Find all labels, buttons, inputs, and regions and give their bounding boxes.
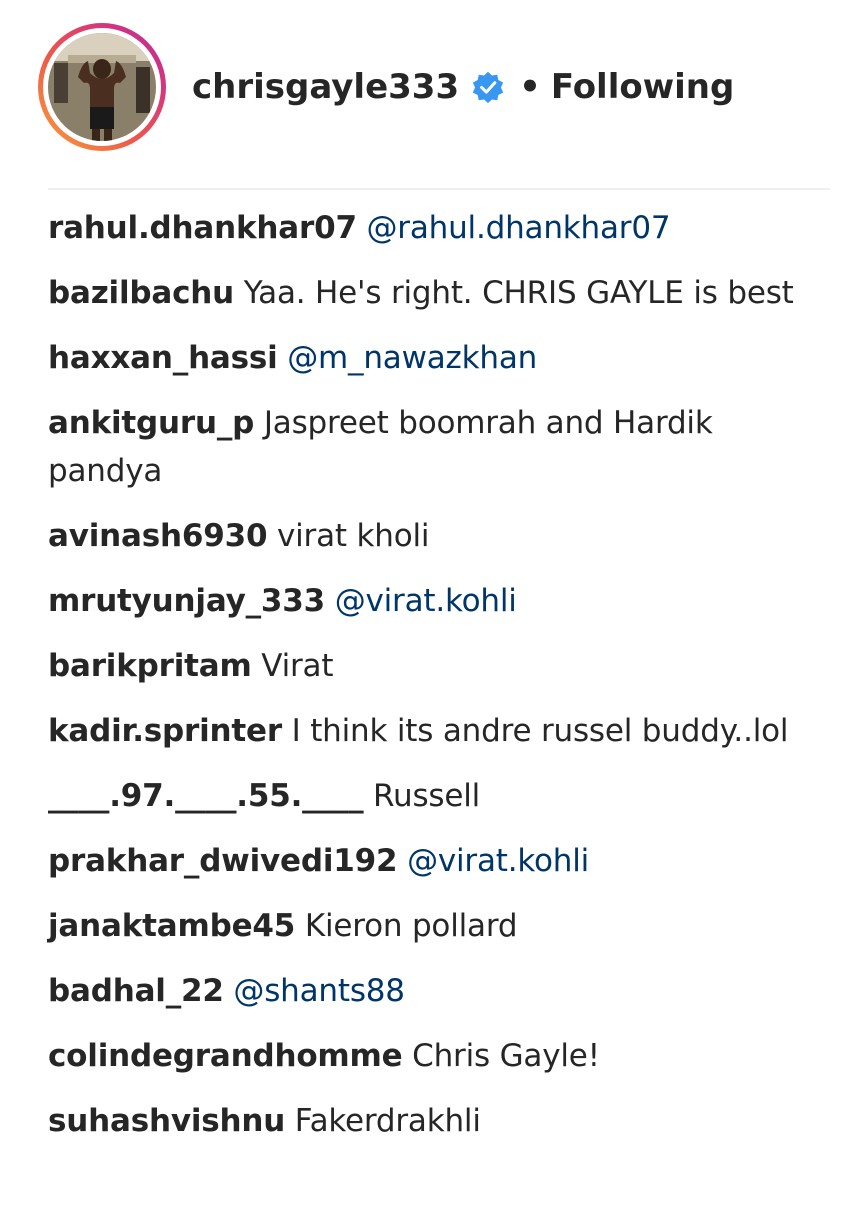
comment-username[interactable]: ____.97.____.55.____ xyxy=(48,778,364,814)
comment-text: Yaa. He's right. CHRIS GAYLE is best xyxy=(243,275,794,311)
comment-text: Fakerdrakhli xyxy=(294,1103,481,1139)
comment-username[interactable]: kadir.sprinter xyxy=(48,713,282,749)
comment-username[interactable]: prakhar_dwivedi192 xyxy=(48,843,398,879)
comment-list: rahul.dhankhar07 @rahul.dhankhar07 bazil… xyxy=(48,204,808,1162)
comment-item: mrutyunjay_333 @virat.kohli xyxy=(48,577,808,625)
avatar[interactable] xyxy=(48,33,156,141)
comment-mention[interactable]: @m_nawazkhan xyxy=(287,340,537,376)
comment-username[interactable]: avinash6930 xyxy=(48,518,268,554)
comment-username[interactable]: janaktambe45 xyxy=(48,908,295,944)
avatar-border xyxy=(43,28,161,146)
comment-text: Virat xyxy=(261,648,334,684)
comment-item: haxxan_hassi @m_nawazkhan xyxy=(48,334,808,382)
comment-mention[interactable]: @virat.kohli xyxy=(407,843,589,879)
comment-item: colindegrandhomme Chris Gayle! xyxy=(48,1032,808,1080)
header-divider xyxy=(48,188,830,190)
comment-item: ____.97.____.55.____ Russell xyxy=(48,772,808,820)
comment-item: ankitguru_p Jaspreet boomrah and Hardik … xyxy=(48,399,808,495)
comment-item: bazilbachu Yaa. He's right. CHRIS GAYLE … xyxy=(48,269,808,317)
comment-item: janaktambe45 Kieron pollard xyxy=(48,902,808,950)
following-button[interactable]: Following xyxy=(551,67,734,107)
comment-username[interactable]: bazilbachu xyxy=(48,275,234,311)
comment-text: virat kholi xyxy=(277,518,430,554)
story-ring[interactable] xyxy=(38,23,166,151)
comment-text: Kieron pollard xyxy=(304,908,518,944)
comment-username[interactable]: haxxan_hassi xyxy=(48,340,278,376)
comment-item: badhal_22 @shants88 xyxy=(48,967,808,1015)
comment-username[interactable]: barikpritam xyxy=(48,648,252,684)
comment-item: prakhar_dwivedi192 @virat.kohli xyxy=(48,837,808,885)
comment-username[interactable]: badhal_22 xyxy=(48,973,224,1009)
separator-dot: • xyxy=(519,67,541,107)
comment-item: rahul.dhankhar07 @rahul.dhankhar07 xyxy=(48,204,808,252)
comment-username[interactable]: ankitguru_p xyxy=(48,405,254,441)
comment-text: I think its andre russel buddy..lol xyxy=(291,713,789,749)
verified-badge-icon xyxy=(472,71,504,104)
comment-mention[interactable]: @rahul.dhankhar07 xyxy=(367,210,671,246)
comment-username[interactable]: mrutyunjay_333 xyxy=(48,583,325,619)
comment-text: Chris Gayle! xyxy=(412,1038,600,1074)
comment-username[interactable]: suhashvishnu xyxy=(48,1103,285,1139)
comment-mention[interactable]: @virat.kohli xyxy=(335,583,517,619)
comment-mention[interactable]: @shants88 xyxy=(233,973,405,1009)
comment-item: avinash6930 virat kholi xyxy=(48,512,808,560)
comment-item: suhashvishnu Fakerdrakhli xyxy=(48,1097,808,1145)
comment-item: barikpritam Virat xyxy=(48,642,808,690)
comment-username[interactable]: rahul.dhankhar07 xyxy=(48,210,357,246)
account-username[interactable]: chrisgayle333 xyxy=(192,67,459,107)
comment-username[interactable]: colindegrandhomme xyxy=(48,1038,403,1074)
comment-item: kadir.sprinter I think its andre russel … xyxy=(48,707,808,755)
comment-text: Russell xyxy=(373,778,481,814)
post-header: chrisgayle333 • Following xyxy=(38,22,734,152)
